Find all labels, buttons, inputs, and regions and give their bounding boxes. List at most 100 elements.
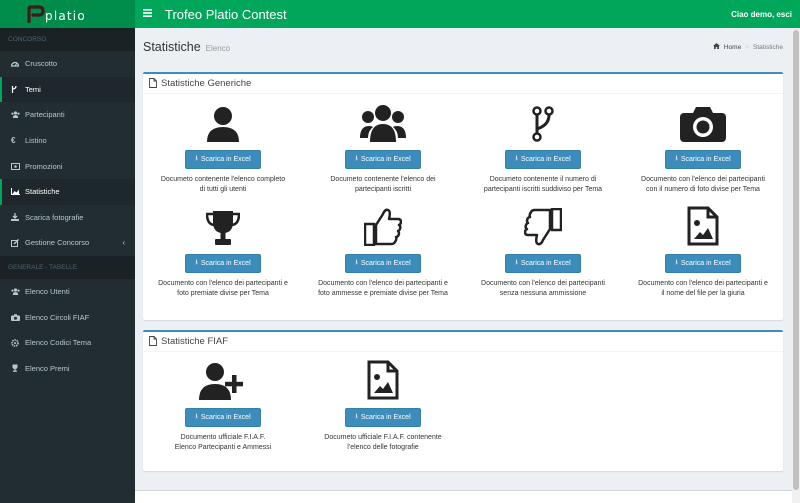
app-title: Trofeo Platio Contest: [165, 6, 287, 22]
stat-description: Documento con l'elenco dei partecipanti …: [641, 176, 765, 194]
breadcrumb: Home > Statistiche: [712, 43, 783, 51]
edit-icon: [11, 238, 25, 247]
sidebar-item-statistiche[interactable]: Statistiche: [0, 178, 135, 205]
money-icon: [11, 162, 25, 170]
stat-description: Documeto ufficiale F.I.A.F. contenente l…: [324, 434, 442, 452]
breadcrumb-separator: >: [745, 43, 749, 51]
stat-item: ⭳ Scarica in Excel Documeto contenente l'…: [143, 98, 303, 195]
sidebar-item-elenco-utenti[interactable]: Elenco Utenti: [0, 279, 135, 305]
home-icon: [712, 43, 720, 51]
download-excel-button[interactable]: ⭳ Scarica in Excel: [665, 254, 741, 273]
download-excel-label: Scarica in Excel: [360, 414, 411, 421]
stat-item: ⭳ Scarica in Excel Documento con l'elenco…: [303, 202, 463, 299]
download-icon: ⭳: [195, 155, 198, 162]
page-subtitle: Elenco: [205, 44, 231, 53]
download-excel-button[interactable]: ⭳ Scarica in Excel: [505, 254, 581, 273]
sidebar-item-partecipanti[interactable]: Partecipanti: [0, 102, 135, 128]
stat-item: ⭳ Scarica in Excel Documento con l'elenco…: [143, 202, 303, 299]
stat-description: Documeto contenente il numero di parteci…: [483, 176, 603, 194]
sidebar-item-promozioni[interactable]: Promozioni: [0, 153, 135, 179]
sidebar-item-label: Partecipanti: [25, 110, 65, 120]
sidebar-item-label: Elenco Circoli FIAF: [25, 312, 90, 322]
download-excel-button[interactable]: ⭳ Scarica in Excel: [345, 150, 421, 169]
scrollbar-thumb[interactable]: [793, 30, 799, 490]
box-title: Statistiche Generiche: [161, 78, 252, 89]
trophy-icon: [206, 202, 240, 246]
download-excel-button[interactable]: ⭳ Scarica in Excel: [505, 150, 581, 169]
vertical-scrollbar[interactable]: [792, 28, 800, 503]
sidebar-item-gestione-concorso[interactable]: Gestione Concorso ‹: [0, 230, 135, 256]
download-excel-button[interactable]: ⭳ Scarica in Excel: [665, 150, 741, 169]
user-plus-icon: [199, 356, 247, 400]
platio-logo-mark: platio: [27, 5, 86, 23]
download-excel-label: Scarica in Excel: [360, 260, 411, 267]
thumbs-down-icon: [524, 202, 562, 246]
download-icon: ⭳: [675, 155, 678, 162]
sidebar-item-elenco-codici[interactable]: Elenco Codici Tema: [0, 330, 135, 356]
download-excel-label: Scarica in Excel: [680, 260, 731, 267]
sidebar-item-label: Temi: [25, 84, 41, 94]
download-excel-label: Scarica in Excel: [520, 156, 571, 163]
download-icon: ⭳: [675, 259, 678, 266]
sidebar-item-label: Promozioni: [25, 161, 63, 171]
stat-description: Documento con l'elenco dei partecipanti …: [318, 280, 448, 298]
sidebar-toggle-button[interactable]: [143, 8, 163, 20]
stat-description: Documeto contenente l'elenco dei parteci…: [330, 176, 436, 194]
download-icon: ⭳: [355, 155, 358, 162]
stat-description: Documeto contenente l'elenco completo di…: [160, 176, 286, 194]
sidebar-item-label: Cruscotto: [25, 59, 58, 69]
sidebar-item-temi[interactable]: Temi: [0, 76, 135, 103]
sidebar-item-label: Listino: [25, 136, 47, 146]
sidebar-item-label: Scarica fotografie: [25, 212, 84, 222]
sidebar-item-scarica-fotografie[interactable]: Scarica fotografie: [0, 205, 135, 231]
download-excel-button[interactable]: ⭳ Scarica in Excel: [345, 408, 421, 427]
page-title: Statistiche: [143, 40, 201, 54]
stat-description: Documento con l'elenco dei partecipanti …: [481, 280, 605, 298]
sidebar-section-generale: GENERALE - TABELLE: [0, 255, 135, 279]
code-fork-icon: [532, 98, 554, 142]
camera-icon: [680, 98, 726, 142]
download-excel-label: Scarica in Excel: [200, 260, 251, 267]
gear-icon: [11, 338, 25, 347]
box-header: Statistiche FIAF: [143, 332, 783, 352]
users-icon: [11, 111, 25, 119]
download-excel-button[interactable]: ⭳ Scarica in Excel: [185, 150, 261, 169]
sidebar-item-listino[interactable]: € Listino: [0, 128, 135, 154]
users-icon: [360, 98, 406, 142]
download-icon: ⭳: [195, 259, 198, 266]
platio-logo[interactable]: platio: [0, 0, 135, 28]
download-excel-label: Scarica in Excel: [520, 260, 571, 267]
breadcrumb-home[interactable]: Home: [724, 44, 741, 51]
download-excel-button[interactable]: ⭳ Scarica in Excel: [185, 408, 261, 427]
area-chart-icon: [11, 188, 25, 196]
sidebar-item-elenco-circoli[interactable]: Elenco Circoli FIAF: [0, 304, 135, 330]
chevron-left-icon: ‹: [122, 238, 125, 248]
user-menu[interactable]: Ciao demo, esci: [731, 10, 792, 19]
download-excel-label: Scarica in Excel: [200, 414, 251, 421]
stat-item: ⭳ Scarica in Excel Documento con l'elenco…: [463, 202, 623, 299]
file-image-icon: [367, 356, 399, 400]
stat-description: Documento con l'elenco dei partecipanti …: [638, 280, 768, 298]
download-icon: ⭳: [515, 155, 518, 162]
download-excel-button[interactable]: ⭳ Scarica in Excel: [185, 254, 261, 273]
stat-item: ⭳ Scarica in Excel Documento con l'elenco…: [623, 202, 783, 299]
breadcrumb-current: Statistiche: [753, 43, 783, 51]
camera-icon: [11, 313, 25, 321]
box-statistiche-fiaf: Statistiche FIAF ⭳ Scarica in Excel Docum…: [143, 330, 783, 471]
sidebar-item-label: Statistiche: [25, 187, 60, 197]
users-icon: [11, 288, 25, 296]
sidebar-item-cruscotto[interactable]: Cruscotto: [0, 51, 135, 77]
file-image-icon: [687, 202, 719, 246]
box-header: Statistiche Generiche: [143, 74, 783, 94]
footer: [135, 490, 800, 503]
euro-icon: €: [11, 136, 16, 146]
download-icon: [11, 213, 25, 222]
download-icon: ⭳: [355, 259, 358, 266]
download-excel-button[interactable]: ⭳ Scarica in Excel: [345, 254, 421, 273]
sidebar-item-elenco-premi[interactable]: Elenco Premi: [0, 356, 135, 382]
box-statistiche-generiche: Statistiche Generiche ⭳ Scarica in Excel …: [143, 72, 783, 320]
stat-item: ⭳ Scarica in Excel Documeto contenente l'…: [303, 98, 463, 195]
svg-text:platio: platio: [45, 9, 86, 23]
page-header: Statistiche Elenco Home > Statistiche: [135, 28, 800, 66]
user-icon: [206, 98, 240, 142]
